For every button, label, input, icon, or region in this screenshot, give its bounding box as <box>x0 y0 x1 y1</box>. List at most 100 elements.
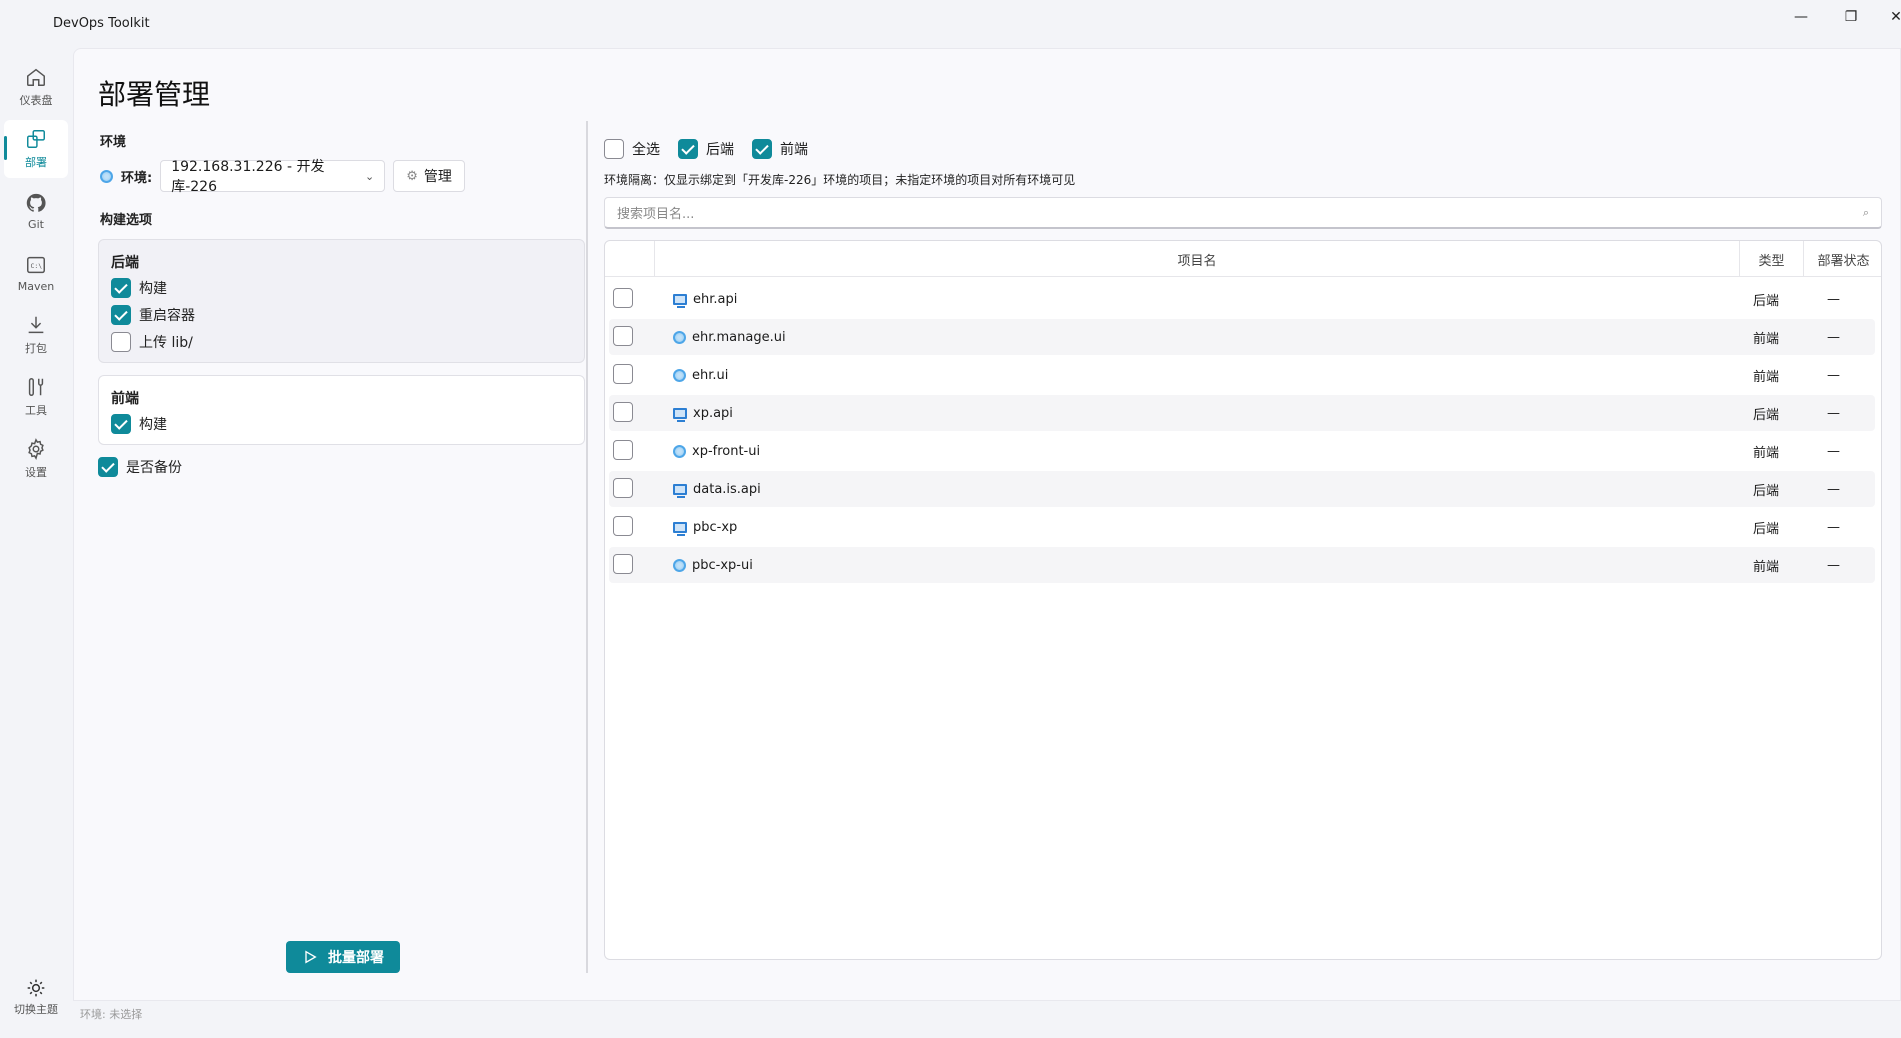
project-name-cell: pbc-xp <box>673 509 737 545</box>
close-button[interactable]: ✕ <box>1881 6 1901 28</box>
option-label: 上传 lib/ <box>139 335 193 351</box>
row-checkbox[interactable] <box>613 440 633 460</box>
search-input[interactable]: 搜索项目名... ⌕ <box>604 197 1882 229</box>
nav-label: 打包 <box>25 342 47 355</box>
row-checkbox[interactable] <box>613 402 633 422</box>
frontend-filter-checkbox[interactable] <box>752 139 772 159</box>
monitor-icon <box>673 483 687 498</box>
theme-toggle[interactable]: 切换主题 <box>4 978 68 1038</box>
select-all-checkbox[interactable] <box>604 139 624 159</box>
project-type: 前端 <box>1753 369 1780 385</box>
nav-item-git[interactable]: Git <box>4 182 68 240</box>
table-row[interactable]: xp.api 后端 — <box>609 395 1875 431</box>
project-type: 后端 <box>1753 407 1780 423</box>
project-name: pbc-xp-ui <box>692 557 753 573</box>
option-label: 构建 <box>139 281 167 297</box>
frontend-build-checkbox[interactable] <box>111 414 131 434</box>
tools-icon <box>28 378 44 396</box>
backend-restart-checkbox[interactable] <box>111 305 131 325</box>
backend-restart-option[interactable]: 重启容器 <box>111 305 195 325</box>
row-checkbox[interactable] <box>613 326 633 346</box>
header-type[interactable]: 类型 <box>1739 241 1803 277</box>
backend-filter-checkbox[interactable] <box>678 139 698 159</box>
nav-label: 部署 <box>25 156 47 169</box>
table-row[interactable]: ehr.manage.ui 前端 — <box>609 319 1875 355</box>
build-section-label: 构建选项 <box>100 213 153 228</box>
row-checkbox[interactable] <box>613 478 633 498</box>
project-name-cell: ehr.ui <box>673 357 728 393</box>
manage-button[interactable]: ⚙ 管理 <box>393 160 465 192</box>
nav-item-package[interactable]: 打包 <box>4 306 68 364</box>
backend-build-option[interactable]: 构建 <box>111 278 167 298</box>
table-header: 项目名 类型 部署状态 <box>605 241 1881 277</box>
project-type: 后端 <box>1753 293 1780 309</box>
deploy-status: — <box>1827 557 1840 573</box>
row-checkbox[interactable] <box>613 288 633 308</box>
backup-checkbox[interactable] <box>98 457 118 477</box>
row-checkbox[interactable] <box>613 516 633 536</box>
project-name-cell: data.is.api <box>673 471 761 507</box>
minimize-button[interactable]: — <box>1786 6 1816 28</box>
nav-item-tools[interactable]: 工具 <box>4 368 68 426</box>
backend-filter-label: 后端 <box>706 142 734 158</box>
env-select[interactable]: 192.168.31.226 - 开发库-226 ⌄ <box>160 159 386 195</box>
frontend-filter-label: 前端 <box>780 142 808 158</box>
row-checkbox[interactable] <box>613 554 633 574</box>
deploy-status: — <box>1827 291 1840 307</box>
table-row[interactable]: data.is.api 后端 — <box>609 471 1875 507</box>
deploy-icon <box>27 130 45 148</box>
sidebar-nav: 仪表盘 部署 Git C:\ Maven 打包 工具 设置 切换主题 <box>0 48 72 1018</box>
table-row[interactable]: pbc-xp 后端 — <box>609 509 1875 545</box>
nav-label: 工具 <box>25 404 47 417</box>
frontend-filter[interactable]: 前端 <box>752 139 808 159</box>
backend-upload-lib-option[interactable]: 上传 lib/ <box>111 332 193 352</box>
project-type: 前端 <box>1753 445 1780 461</box>
globe-icon <box>673 368 686 382</box>
table-row[interactable]: xp-front-ui 前端 — <box>609 433 1875 469</box>
table-row[interactable]: pbc-xp-ui 前端 — <box>609 547 1875 583</box>
env-section-label: 环境 <box>100 135 127 150</box>
project-name: ehr.api <box>693 291 738 307</box>
project-name: xp.api <box>693 405 733 421</box>
batch-deploy-button[interactable]: 批量部署 <box>286 941 400 973</box>
backend-filter[interactable]: 后端 <box>678 139 734 159</box>
project-name-cell: ehr.manage.ui <box>673 319 786 355</box>
table-row[interactable]: ehr.ui 前端 — <box>609 357 1875 393</box>
monitor-icon <box>673 407 687 422</box>
monitor-icon <box>673 521 687 536</box>
project-type: 后端 <box>1753 483 1780 499</box>
project-name-cell: pbc-xp-ui <box>673 547 753 583</box>
backend-build-checkbox[interactable] <box>111 278 131 298</box>
row-checkbox[interactable] <box>613 364 633 384</box>
main-content: 部署管理 环境 环境: 192.168.31.226 - 开发库-226 ⌄ ⚙… <box>73 48 1901 1001</box>
nav-label: Git <box>28 217 44 231</box>
github-icon <box>26 193 46 212</box>
backend-upload-lib-checkbox[interactable] <box>111 332 131 352</box>
nav-item-maven[interactable]: C:\ Maven <box>4 244 68 302</box>
header-status[interactable]: 部署状态 <box>1803 241 1881 277</box>
gear-icon <box>28 438 44 460</box>
header-name[interactable]: 项目名 <box>654 241 1739 277</box>
terminal-icon: C:\ <box>27 256 45 273</box>
project-type: 前端 <box>1753 559 1780 575</box>
backend-group-title: 后端 <box>111 255 139 271</box>
nav-item-dashboard[interactable]: 仪表盘 <box>4 58 68 116</box>
svg-text:C:\: C:\ <box>31 261 43 269</box>
nav-item-deploy[interactable]: 部署 <box>4 120 68 178</box>
backup-label: 是否备份 <box>126 460 182 476</box>
backup-option[interactable]: 是否备份 <box>98 457 182 477</box>
deploy-status: — <box>1827 405 1840 421</box>
nav-label: 仪表盘 <box>19 94 53 107</box>
frontend-build-option[interactable]: 构建 <box>111 414 167 434</box>
table-row[interactable]: ehr.api 后端 — <box>609 281 1875 317</box>
status-bar: 环境: 未选择 <box>80 1008 143 1021</box>
project-table: 项目名 类型 部署状态 ehr.api 后端 — ehr.manage.ui 前端 — eh… <box>604 240 1882 960</box>
select-all-filter[interactable]: 全选 <box>604 139 660 159</box>
maximize-button[interactable]: ❐ <box>1836 6 1866 28</box>
project-type: 后端 <box>1753 521 1780 537</box>
nav-item-settings[interactable]: 设置 <box>4 430 68 488</box>
deploy-status: — <box>1827 519 1840 535</box>
project-name: xp-front-ui <box>692 443 761 459</box>
search-placeholder: 搜索项目名... <box>617 207 695 222</box>
globe-icon <box>673 558 686 572</box>
